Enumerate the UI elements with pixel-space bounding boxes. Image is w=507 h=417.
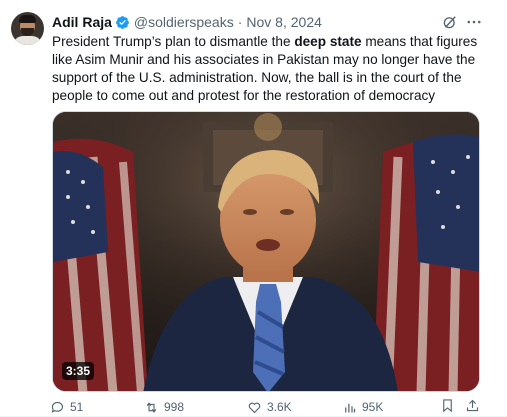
repost-count: 998	[164, 400, 185, 414]
tweet-text-bold: deep state	[294, 34, 362, 49]
reply-button[interactable]: 51	[50, 398, 83, 416]
verified-badge-icon	[116, 15, 129, 29]
tweet-text-part1: President Trump’s plan to dismantle the	[52, 34, 295, 49]
bookmark-icon[interactable]	[440, 398, 455, 413]
header-separator: ·	[237, 14, 243, 30]
repost-icon	[146, 401, 157, 413]
grok-icon[interactable]	[441, 13, 459, 31]
like-icon	[248, 402, 261, 413]
video-player[interactable]	[52, 111, 480, 392]
like-count: 3.6K	[267, 400, 292, 414]
video-duration-badge: 3:35	[62, 362, 95, 380]
reply-icon	[51, 401, 64, 413]
avatar[interactable]	[11, 12, 44, 45]
tweet-card[interactable]: Adil Raja @soldierspeaks · Nov 8, 2024 P…	[0, 0, 507, 417]
post-date[interactable]: Nov 8, 2024	[246, 14, 322, 30]
views-icon	[345, 403, 356, 412]
video-frame	[53, 112, 479, 391]
author-handle[interactable]: @soldierspeaks	[134, 14, 234, 30]
views-count: 95K	[362, 400, 384, 414]
tweet-text: President Trump’s plan to dismantle the …	[52, 33, 494, 105]
action-bar: 51 998 3.6K 95K	[50, 398, 490, 416]
more-icon[interactable]	[465, 13, 483, 31]
views-button[interactable]: 95K	[342, 398, 383, 416]
like-button[interactable]: 3.6K	[247, 398, 292, 416]
share-icon[interactable]	[465, 398, 480, 413]
reply-count: 51	[70, 400, 84, 414]
repost-button[interactable]: 998	[144, 398, 184, 416]
tweet-header: Adil Raja @soldierspeaks · Nov 8, 2024	[52, 13, 322, 31]
author-name[interactable]: Adil Raja	[52, 14, 112, 30]
